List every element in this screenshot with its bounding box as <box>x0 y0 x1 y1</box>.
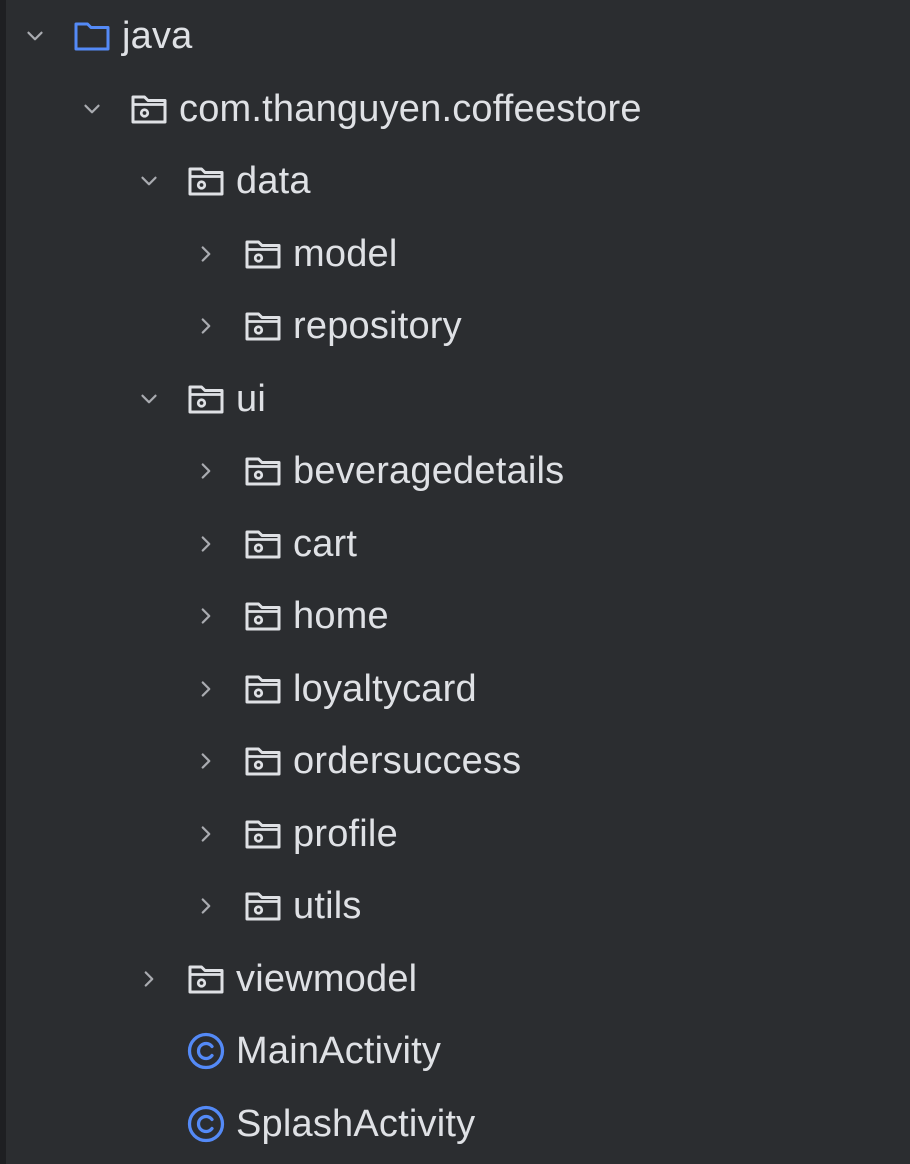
tree-item-home[interactable]: home <box>6 580 910 652</box>
tree-item-beveragedetails[interactable]: beveragedetails <box>6 435 910 507</box>
package-icon <box>188 167 224 196</box>
package-icon <box>245 892 281 921</box>
tree-item-repository[interactable]: repository <box>6 290 910 362</box>
package-icon <box>245 240 281 268</box>
chevron-down-icon[interactable] <box>22 23 48 49</box>
class-icon <box>187 1032 225 1070</box>
tree-item-label: SplashActivity <box>236 1102 476 1145</box>
tree-item-label: cart <box>293 522 358 565</box>
package-icon <box>245 312 281 341</box>
tree-item-ui[interactable]: ui <box>6 363 910 435</box>
chevron-down-icon[interactable] <box>79 96 105 122</box>
tree-item-label: profile <box>293 812 398 855</box>
tree-item-utils[interactable]: utils <box>6 870 910 942</box>
chevron-right-icon[interactable] <box>193 531 219 557</box>
package-icon <box>245 675 281 703</box>
chevron-right-icon[interactable] <box>193 241 219 267</box>
tree-item-label: utils <box>293 885 362 927</box>
package-icon <box>245 530 281 558</box>
class-icon <box>187 1105 225 1142</box>
chevron-right-icon[interactable] <box>193 676 219 702</box>
tree-item-label: beveragedetails <box>293 450 565 492</box>
folder-icon <box>74 22 110 51</box>
chevron-right-icon[interactable] <box>193 893 219 919</box>
package-icon <box>245 457 281 486</box>
chevron-right-icon[interactable] <box>193 821 219 847</box>
tree-item-label: ordersuccess <box>293 740 522 782</box>
chevron-right-icon[interactable] <box>193 313 219 339</box>
tree-item-label: loyaltycard <box>293 667 477 710</box>
chevron-down-icon[interactable] <box>136 386 162 412</box>
tree-item-viewmodel[interactable]: viewmodel <box>6 943 910 1015</box>
tree-item-label: model <box>293 232 398 275</box>
tree-item-loyaltycard[interactable]: loyaltycard <box>6 653 910 725</box>
chevron-down-icon[interactable] <box>136 168 162 194</box>
chevron-right-icon[interactable] <box>193 458 219 484</box>
tree-item-label: data <box>236 160 311 202</box>
package-icon <box>131 95 167 123</box>
tree-item-label: home <box>293 595 389 637</box>
tree-item-com-thanguyen-coffeestore[interactable]: com.thanguyen.coffeestore <box>6 73 910 145</box>
tree-item-mainactivity[interactable]: MainActivity <box>6 1015 910 1087</box>
tree-item-label: repository <box>293 305 462 347</box>
package-icon <box>188 385 224 413</box>
tree-item-label: viewmodel <box>236 957 418 1000</box>
tree-item-profile[interactable]: profile <box>6 798 910 870</box>
package-icon <box>245 602 281 631</box>
tree-item-model[interactable]: model <box>6 218 910 290</box>
package-icon <box>245 747 281 776</box>
chevron-right-icon[interactable] <box>136 966 162 992</box>
tree-item-ordersuccess[interactable]: ordersuccess <box>6 725 910 797</box>
tree-item-label: ui <box>236 377 266 420</box>
package-icon <box>188 965 224 993</box>
tree-item-splashactivity[interactable]: SplashActivity <box>6 1088 910 1160</box>
project-tree: java com.thanguyen.coffeestore data model re… <box>0 0 910 1164</box>
tree-item-cart[interactable]: cart <box>6 508 910 580</box>
tree-item-label: MainActivity <box>236 1030 442 1072</box>
tree-item-data[interactable]: data <box>6 145 910 217</box>
package-icon <box>245 820 281 848</box>
tree-item-java[interactable]: java <box>6 0 910 72</box>
tree-item-label: com.thanguyen.coffeestore <box>179 87 642 130</box>
chevron-right-icon[interactable] <box>193 748 219 774</box>
chevron-right-icon[interactable] <box>193 603 219 629</box>
tree-item-label: java <box>122 15 193 57</box>
